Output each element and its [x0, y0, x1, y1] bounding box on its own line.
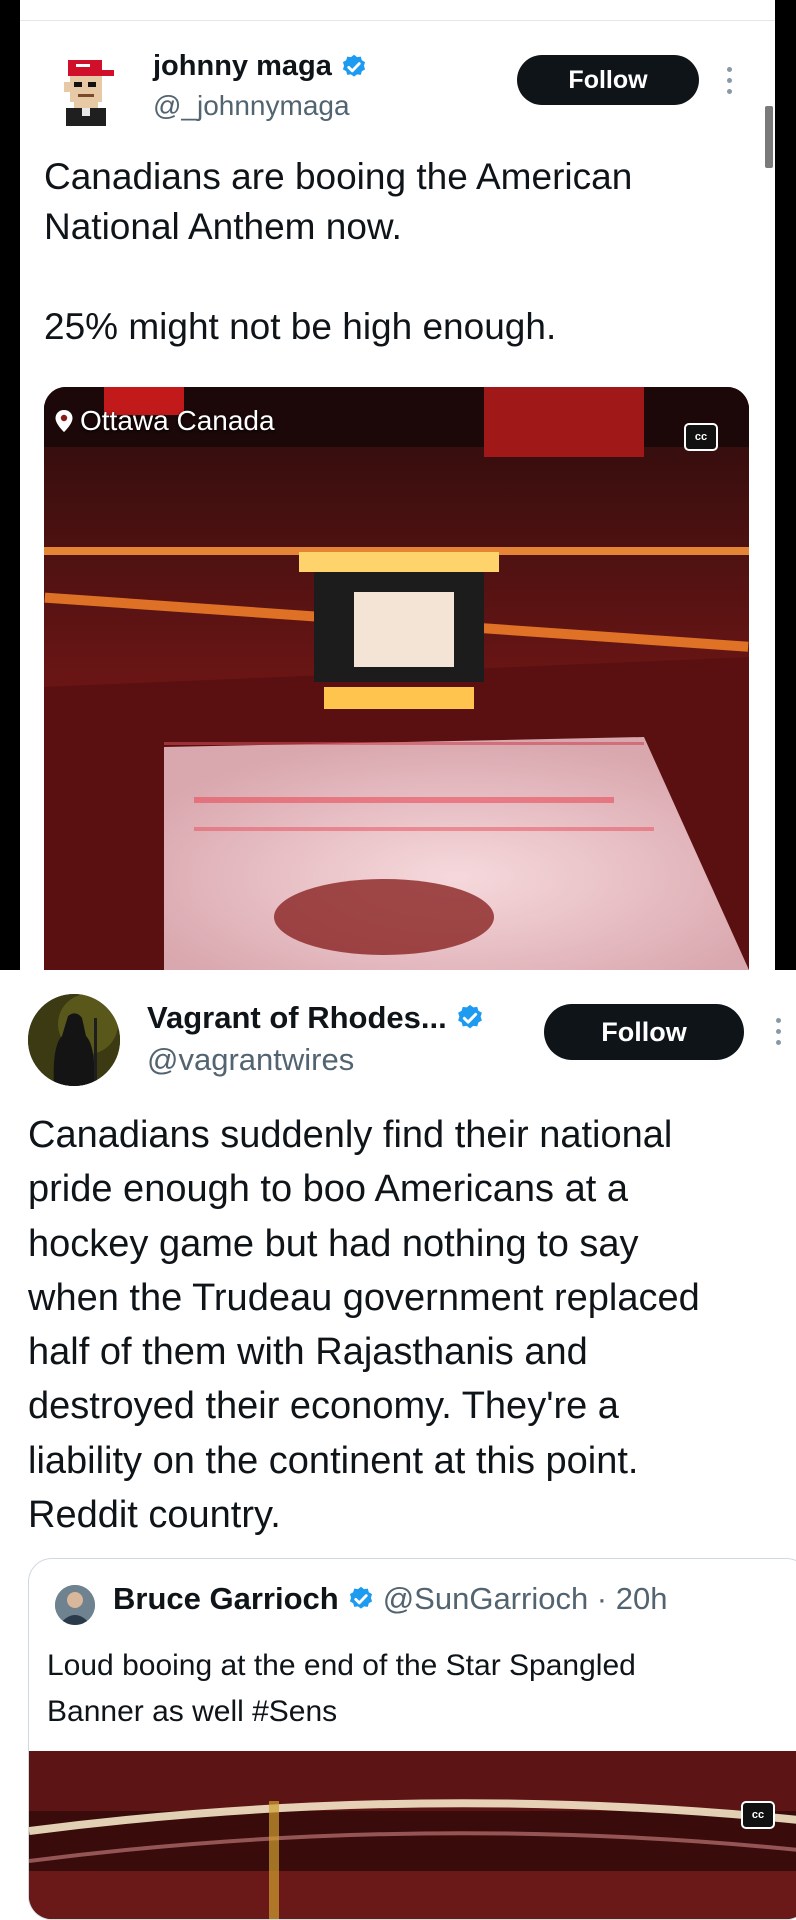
user-handle[interactable]: @_johnnymaga — [153, 90, 350, 122]
scrollbar-thumb[interactable] — [765, 106, 773, 168]
quoted-tweet-text: Loud booing at the end of the Star Spang… — [47, 1643, 636, 1735]
arena-scene — [29, 1751, 796, 1919]
avatar[interactable] — [28, 994, 120, 1086]
verified-badge-icon — [349, 1586, 372, 1609]
tweet-text-line: Canadians are booing the American — [44, 156, 633, 197]
tweet-text-line: Loud booing at the end of the Star Spang… — [47, 1649, 636, 1682]
pixel-avatar-icon — [64, 60, 114, 126]
location-pin-icon — [55, 410, 73, 432]
location-label: Ottawa Canada — [80, 405, 275, 436]
display-name[interactable]: Bruce Garrioch — [113, 1581, 339, 1617]
author-row: johnny maga — [153, 50, 368, 83]
follow-button[interactable]: Follow — [544, 1004, 744, 1060]
avatar[interactable] — [58, 56, 118, 128]
verified-badge-icon — [342, 54, 365, 77]
avatar[interactable] — [55, 1585, 95, 1625]
first-tweet-screenshot: johnny maga @_johnnymaga Follow Canadian… — [0, 0, 796, 970]
tweet-text-line: National Anthem now. — [44, 206, 402, 247]
tweet-text: Canadians suddenly find their national p… — [28, 1108, 700, 1542]
location-tag[interactable]: Ottawa Canada — [54, 405, 275, 437]
tweet-text-line: half of them with Rajasthanis and — [28, 1331, 588, 1374]
tweet-text-line: Reddit country. — [28, 1494, 281, 1537]
tweet-text-line: liability on the continent at this point… — [28, 1439, 639, 1482]
tweet-text-line: destroyed their economy. They're a — [28, 1385, 619, 1428]
captions-icon[interactable]: cc — [684, 423, 718, 451]
author-row: Vagrant of Rhodes... — [147, 1000, 485, 1036]
quoted-tweet[interactable]: Bruce Garrioch @SunGarrioch · 20h Loud b… — [28, 1558, 796, 1920]
tweet-text-line: Canadians suddenly find their national — [28, 1114, 673, 1156]
captions-icon[interactable]: cc — [741, 1801, 775, 1829]
more-options-icon[interactable] — [727, 67, 732, 94]
tweet-text-line: hockey game but had nothing to say — [28, 1222, 639, 1265]
more-options-icon[interactable] — [776, 1018, 781, 1045]
tweet-text-line: when the Trudeau government replaced — [28, 1276, 700, 1319]
arena-scene — [44, 387, 749, 970]
tweet-text: Canadians are booing the American Nation… — [44, 152, 632, 352]
hooded-figure-avatar-icon — [28, 994, 120, 1086]
tweet-text-line: 25% might not be high enough. — [44, 306, 557, 347]
divider — [20, 20, 775, 21]
quoted-video[interactable]: cc — [29, 1751, 796, 1919]
handle-and-time: @SunGarrioch · 20h — [382, 1581, 668, 1616]
quoted-author-row: Bruce Garrioch @SunGarrioch · 20h — [113, 1581, 667, 1617]
tweet-video[interactable]: Ottawa Canada cc — [44, 387, 749, 970]
verified-badge-icon — [457, 1004, 482, 1029]
user-handle[interactable]: @vagrantwires — [147, 1042, 354, 1078]
display-name[interactable]: Vagrant of Rhodes... — [147, 1000, 447, 1036]
tweet-text-line: Banner as well #Sens — [47, 1695, 338, 1728]
display-name[interactable]: johnny maga — [153, 50, 332, 83]
tweet-text-line: pride enough to boo Americans at a — [28, 1168, 628, 1211]
person-avatar-icon — [55, 1585, 95, 1625]
follow-button[interactable]: Follow — [517, 55, 699, 105]
